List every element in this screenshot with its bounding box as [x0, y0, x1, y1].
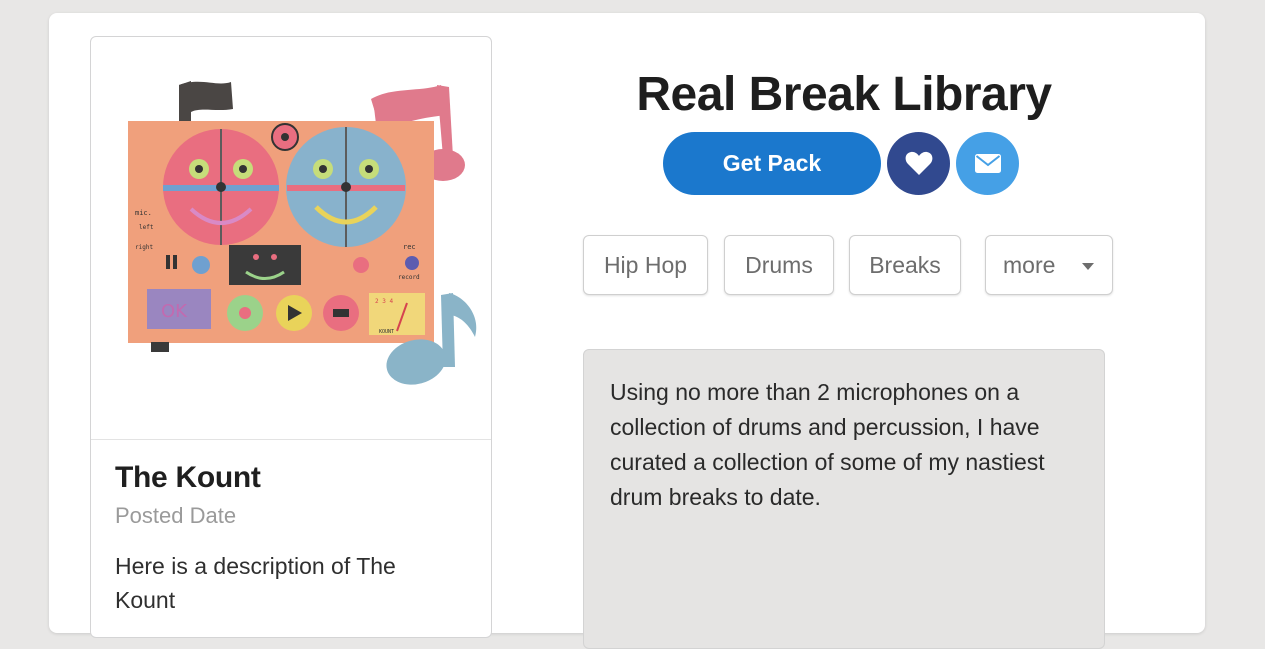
more-dropdown[interactable]: more: [985, 235, 1113, 295]
more-label: more: [1003, 251, 1056, 278]
pack-description: Using no more than 2 microphones on a co…: [610, 379, 1045, 510]
tag-drums[interactable]: Drums: [724, 235, 834, 295]
vu-meter: 2 3 4 KOUNT: [369, 293, 425, 335]
heart-icon: [905, 151, 932, 175]
ok-label: OK: [161, 301, 188, 322]
mic-label: mic.: [135, 209, 152, 217]
right-reel: [286, 127, 406, 247]
caret-down-icon: [1082, 263, 1094, 270]
ok-box: OK: [147, 289, 211, 329]
artist-description: Here is a description of The Kount: [115, 553, 396, 613]
artist-name: The Kount: [115, 461, 261, 494]
tag-hip-hop[interactable]: Hip Hop: [583, 235, 708, 295]
left-reel: [163, 129, 279, 245]
pack-description-box: Using no more than 2 microphones on a co…: [583, 349, 1105, 649]
record-label: record: [398, 274, 420, 281]
artist-card: mic. left right rec record OK 2 3 4 KOUN…: [90, 36, 492, 638]
envelope-icon: [974, 154, 1001, 173]
tag-breaks[interactable]: Breaks: [849, 235, 961, 295]
artist-artwork: mic. left right rec record OK 2 3 4 KOUN…: [91, 37, 491, 440]
meter-brand: KOUNT: [379, 329, 394, 335]
left-label: left: [139, 224, 154, 231]
meter-scale: 2 3 4: [375, 298, 393, 305]
center-panel: [229, 245, 301, 285]
right-label: right: [135, 244, 153, 251]
get-pack-button[interactable]: Get Pack: [663, 132, 881, 195]
like-button[interactable]: [887, 132, 950, 195]
share-button[interactable]: [956, 132, 1019, 195]
pack-title: Real Break Library: [636, 68, 1052, 121]
rec-label: rec: [403, 243, 416, 251]
posted-date: Posted Date: [115, 503, 237, 528]
